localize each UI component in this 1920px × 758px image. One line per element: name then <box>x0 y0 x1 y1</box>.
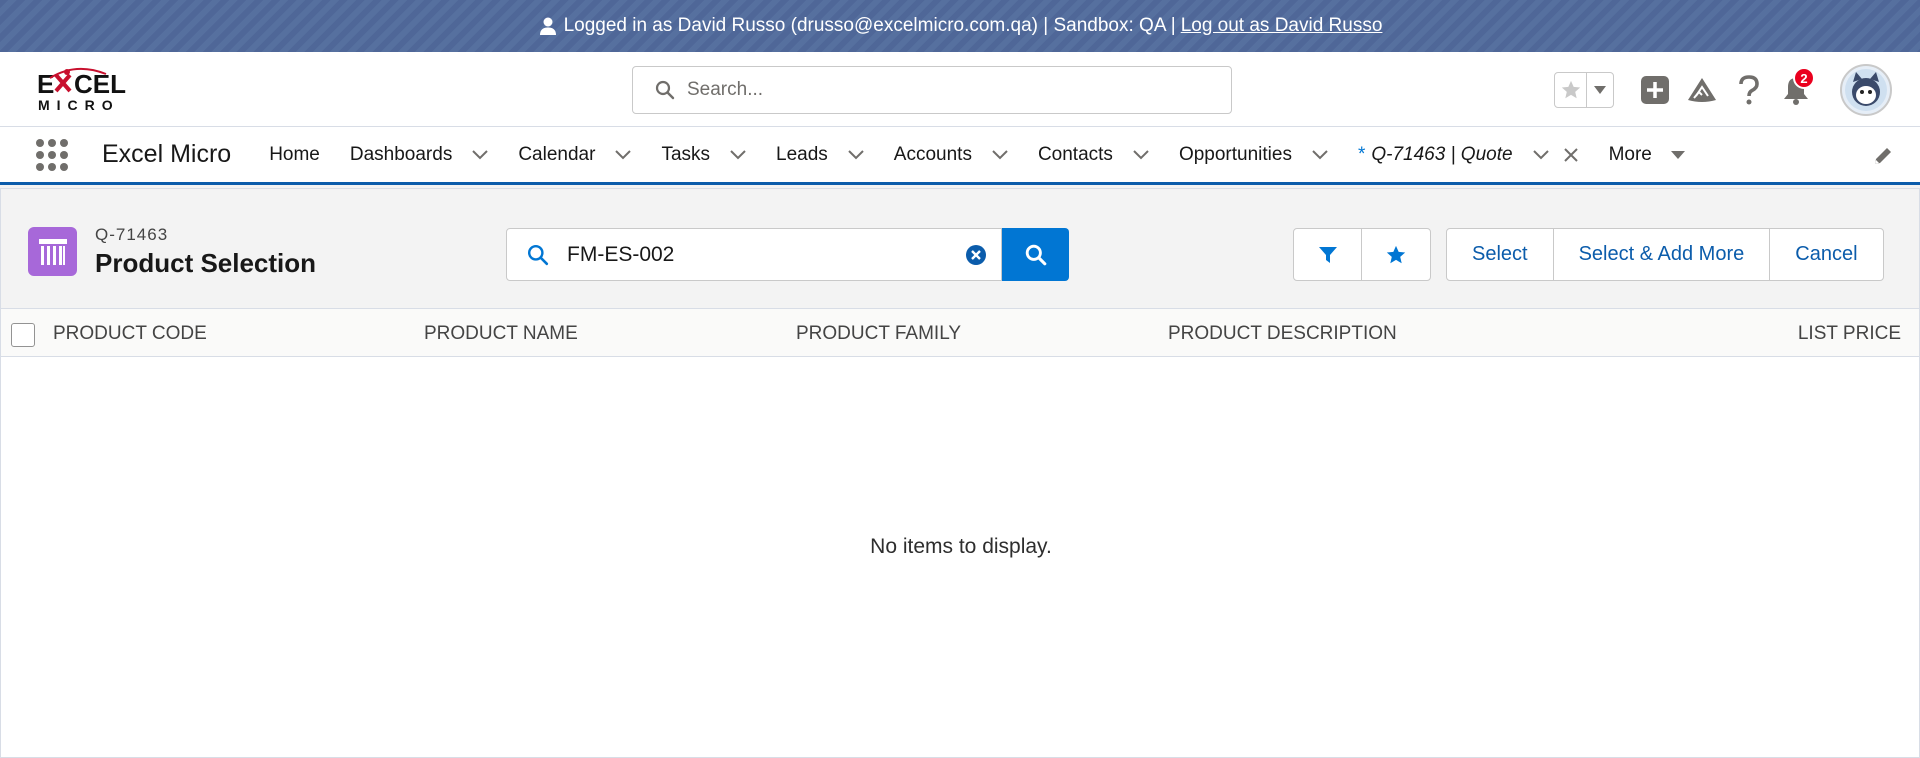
logo-graphic: E CEL MICRO <box>37 67 126 113</box>
nav-more-label: More <box>1608 143 1652 165</box>
select-and-add-more-button[interactable]: Select & Add More <box>1554 229 1771 280</box>
chevron-down-icon[interactable] <box>1312 149 1328 160</box>
nav-item-label: Tasks <box>661 143 711 165</box>
avatar[interactable] <box>1840 64 1892 116</box>
svg-text:E: E <box>37 69 54 99</box>
nav-item-dashboards[interactable]: Dashboards <box>349 127 489 182</box>
filter-favorite-group <box>1293 228 1431 281</box>
chevron-down-icon[interactable] <box>992 149 1008 160</box>
header-icons: 2 <box>1554 63 1892 117</box>
close-icon[interactable] <box>1563 147 1579 163</box>
nav-item-calendar[interactable]: Calendar <box>518 127 632 182</box>
notification-count-badge: 2 <box>1793 67 1815 89</box>
edit-pencil-icon[interactable] <box>1872 145 1894 167</box>
nav-item-accounts[interactable]: Accounts <box>894 127 1008 182</box>
tab-quote-q-71463[interactable]: * Q-71463 | Quote <box>1358 127 1579 182</box>
global-search-input[interactable]: Search... <box>632 66 1232 114</box>
nav-more-menu[interactable]: More <box>1609 144 1686 166</box>
app-name: Excel Micro <box>102 140 232 168</box>
nav-item-label: Contacts <box>1037 143 1113 165</box>
favorites-dropdown-icon[interactable] <box>1587 73 1613 107</box>
panel-header: Q-71463 Product Selection FM-ES-002 Sele… <box>1 189 1919 309</box>
page-title: Product Selection <box>95 248 317 278</box>
action-buttons: Select Select & Add More Cancel <box>1446 228 1884 281</box>
nav-item-label: Home <box>269 143 320 165</box>
banner-text: Logged in as David Russo (drusso@excelmi… <box>563 15 1176 36</box>
navigation-bar: Excel Micro Home Dashboards Calendar Tas… <box>0 127 1920 185</box>
product-object-icon <box>28 227 77 276</box>
favorites-group <box>1554 72 1614 108</box>
notifications-bell-icon[interactable]: 2 <box>1779 67 1815 107</box>
svg-text:MICRO: MICRO <box>38 97 120 113</box>
nav-item-label: Accounts <box>893 143 972 165</box>
select-button[interactable]: Select <box>1447 229 1554 280</box>
search-icon <box>527 244 549 265</box>
product-selection-panel: Q-71463 Product Selection FM-ES-002 Sele… <box>0 188 1920 758</box>
column-header-product-name[interactable]: PRODUCT NAME <box>424 323 578 345</box>
select-all-checkbox[interactable] <box>11 323 35 347</box>
product-search-value: FM-ES-002 <box>567 242 675 266</box>
filter-button[interactable] <box>1294 229 1362 280</box>
nav-item-label: Calendar <box>518 143 596 165</box>
triangle-down-icon <box>1670 150 1685 159</box>
star-icon <box>1386 245 1406 263</box>
svg-text:CEL: CEL <box>74 69 126 99</box>
global-actions-plus-icon[interactable] <box>1638 73 1672 107</box>
nav-item-contacts[interactable]: Contacts <box>1038 127 1149 182</box>
nav-item-home[interactable]: Home <box>269 127 320 182</box>
filter-icon <box>1318 246 1337 263</box>
user-icon <box>539 17 556 35</box>
global-search-placeholder: Search... <box>687 79 764 100</box>
product-search-input[interactable]: FM-ES-002 <box>506 228 1002 281</box>
clear-search-icon[interactable] <box>965 244 987 266</box>
chevron-down-icon[interactable] <box>1133 149 1149 160</box>
favorites-star-icon[interactable] <box>1555 73 1587 107</box>
chevron-down-icon[interactable] <box>472 149 489 160</box>
global-header: E CEL MICRO Search... 2 <box>0 52 1920 127</box>
search-icon <box>1025 244 1046 265</box>
excel-micro-logo[interactable]: E CEL MICRO <box>36 66 138 114</box>
column-header-list-price[interactable]: LIST PRICE <box>1798 323 1901 345</box>
cancel-button[interactable]: Cancel <box>1770 229 1882 280</box>
table-header: PRODUCT CODE PRODUCT NAME PRODUCT FAMILY… <box>1 309 1919 357</box>
unsaved-marker: * <box>1357 143 1366 165</box>
nav-item-leads[interactable]: Leads <box>776 127 864 182</box>
column-header-product-description[interactable]: PRODUCT DESCRIPTION <box>1168 323 1397 345</box>
logout-link[interactable]: Log out as David Russo <box>1181 15 1383 37</box>
chevron-down-icon[interactable] <box>730 149 746 160</box>
help-icon[interactable] <box>1732 73 1766 107</box>
chevron-down-icon[interactable] <box>848 149 864 160</box>
record-id: Q-71463 <box>95 225 169 244</box>
search-icon <box>655 80 675 100</box>
active-tab-label: Q-71463 | Quote <box>1371 143 1513 165</box>
chevron-down-icon[interactable] <box>1532 149 1549 160</box>
search-button[interactable] <box>1002 228 1069 281</box>
nav-item-label: Leads <box>776 143 828 165</box>
nav-item-label: Dashboards <box>349 143 453 165</box>
app-launcher-icon[interactable] <box>36 138 68 171</box>
chevron-down-icon[interactable] <box>615 149 632 160</box>
nav-item-label: Opportunities <box>1178 143 1292 165</box>
nav-item-tasks[interactable]: Tasks <box>661 127 746 182</box>
column-header-product-code[interactable]: PRODUCT CODE <box>53 323 207 345</box>
favorite-button[interactable] <box>1362 229 1430 280</box>
sandbox-login-banner: Logged in as David Russo (drusso@excelmi… <box>0 0 1920 52</box>
astro-avatar-icon <box>1845 69 1887 111</box>
empty-state-message: No items to display. <box>870 535 1052 558</box>
nav-item-opportunities[interactable]: Opportunities <box>1179 127 1328 182</box>
trailhead-icon[interactable] <box>1685 73 1719 107</box>
column-header-product-family[interactable]: PRODUCT FAMILY <box>796 323 961 345</box>
